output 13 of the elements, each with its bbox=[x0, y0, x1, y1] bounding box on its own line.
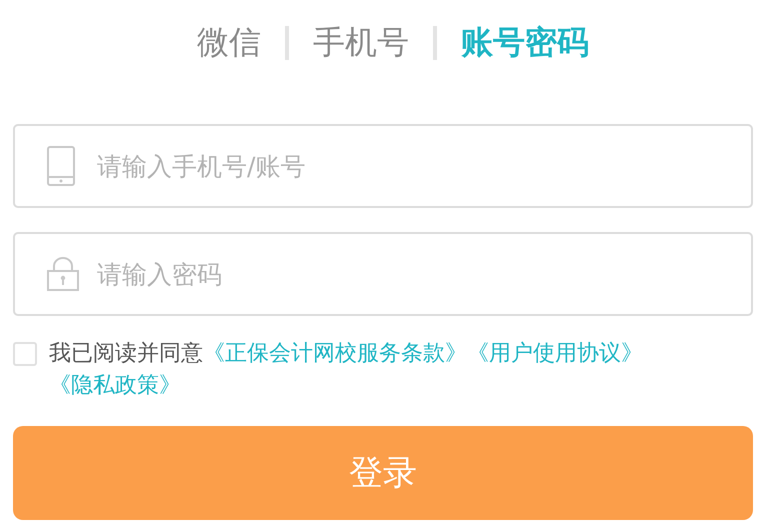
login-tab[interactable]: 微信 bbox=[173, 21, 285, 65]
login-tab[interactable]: 手机号 bbox=[289, 21, 433, 65]
agree-checkbox[interactable] bbox=[13, 342, 37, 366]
phone-icon bbox=[47, 146, 75, 186]
password-field[interactable]: 请输入密码 bbox=[13, 232, 753, 316]
policy-link[interactable]: 《隐私政策》 bbox=[49, 373, 181, 398]
lock-icon bbox=[47, 257, 79, 291]
login-tab[interactable]: 账号密码 bbox=[437, 21, 613, 65]
agreement-text: 我已阅读并同意《正保会计网校服务条款》《用户使用协议》 《隐私政策》 bbox=[49, 340, 644, 400]
login-button[interactable]: 登录 bbox=[13, 426, 753, 520]
account-field[interactable]: 请输入手机号/账号 bbox=[13, 124, 753, 208]
policy-link[interactable]: 《用户使用协议》 bbox=[467, 341, 643, 366]
policy-link[interactable]: 《正保会计网校服务条款》 bbox=[203, 341, 467, 366]
